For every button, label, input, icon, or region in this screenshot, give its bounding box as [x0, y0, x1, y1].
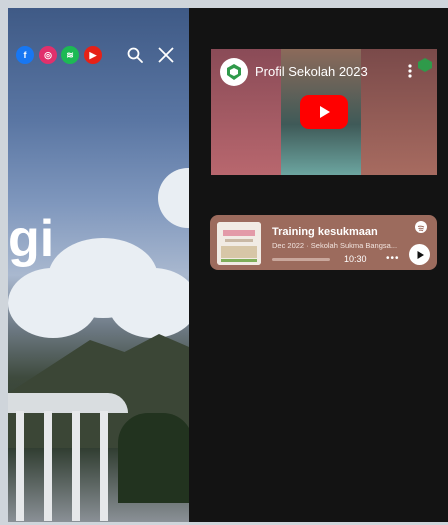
spotify-podcast-embed[interactable]: Training kesukmaan Dec 2022 · Sekolah Su…	[210, 215, 437, 270]
school-logo-icon[interactable]	[220, 58, 248, 86]
play-button[interactable]	[409, 244, 430, 265]
episode-subtitle: Dec 2022 · Sekolah Sukma Bangsa...	[272, 241, 398, 250]
cloud	[158, 168, 189, 228]
more-options-icon[interactable]	[407, 63, 413, 79]
search-icon[interactable]	[126, 46, 144, 64]
spotify-logo-icon[interactable]	[415, 221, 427, 233]
facebook-icon[interactable]: f	[16, 46, 34, 64]
instagram-glyph: ◎	[44, 49, 52, 60]
school-building	[8, 393, 189, 522]
episode-progress-bar[interactable]	[272, 258, 330, 261]
spotify-icon[interactable]: ≋	[61, 46, 79, 64]
building-roof	[8, 393, 128, 413]
building-column	[72, 411, 80, 521]
youtube-play-button[interactable]	[300, 95, 348, 129]
play-icon	[320, 106, 330, 118]
channel-watermark-icon	[418, 58, 432, 72]
hero-image-panel: gi f ◎ ≋ ▶	[8, 8, 189, 522]
youtube-video-embed[interactable]: Profil Sekolah 2023	[211, 49, 437, 175]
episode-cover-art	[217, 222, 261, 265]
cover-art-image	[217, 222, 261, 265]
spotify-waves-icon	[417, 225, 425, 232]
instagram-icon[interactable]: ◎	[39, 46, 57, 64]
spotify-glyph: ≋	[66, 49, 74, 60]
youtube-glyph: ▶	[89, 49, 97, 60]
hero-heading-fragment: gi	[8, 210, 55, 268]
play-icon	[417, 250, 424, 259]
side-panel: Profil Sekolah 2023 Training kesukmaan D…	[189, 8, 448, 522]
episode-duration: 10:30	[344, 254, 367, 264]
close-icon[interactable]	[156, 45, 176, 65]
cloud	[108, 268, 189, 338]
facebook-glyph: f	[23, 49, 27, 60]
video-title[interactable]: Profil Sekolah 2023	[255, 64, 368, 79]
building-column	[100, 411, 108, 521]
building-column	[16, 411, 24, 521]
browser-frame: gi f ◎ ≋ ▶ Profil Sekolah 2023 Training …	[0, 0, 448, 525]
school-emblem-icon	[227, 64, 241, 80]
cloud	[8, 268, 98, 338]
episode-title[interactable]: Training kesukmaan	[272, 226, 378, 238]
more-options-button[interactable]: •••	[386, 253, 400, 264]
building-column	[44, 411, 52, 521]
youtube-icon[interactable]: ▶	[84, 46, 102, 64]
